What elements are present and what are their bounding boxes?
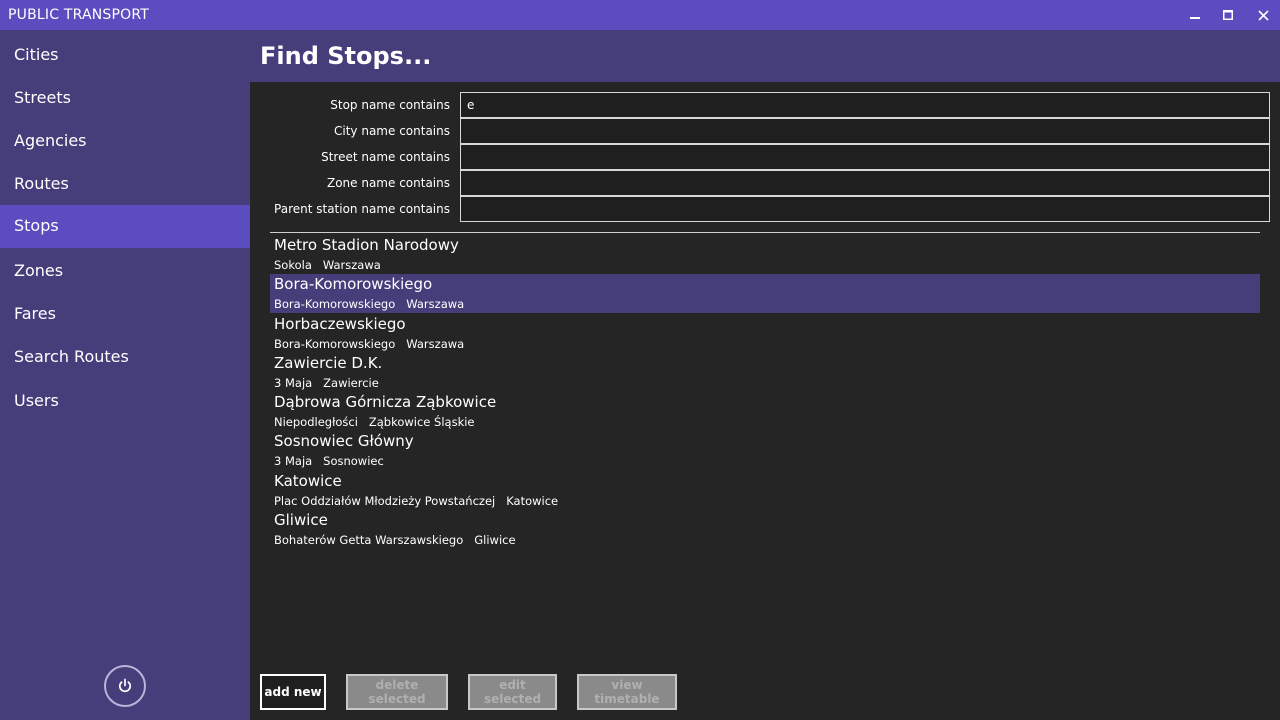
stop-city: Sosnowiec (323, 454, 384, 468)
stop-name: Zawiercie D.K. (274, 354, 383, 372)
stop-location: Bora-Komorowskiego Warszawa (274, 337, 464, 351)
view-timetable-button[interactable]: view timetable (577, 674, 677, 710)
stop-location: Bora-Komorowskiego Warszawa (274, 297, 464, 311)
page-header: Find Stops... (250, 30, 1280, 82)
stop-street: Niepodległości (274, 415, 358, 429)
add-new-button[interactable]: add new (260, 674, 326, 710)
sidebar-item-label: Users (14, 391, 59, 410)
minimize-icon (1190, 17, 1200, 19)
power-icon (119, 678, 131, 693)
sidebar-item-label: Cities (14, 45, 59, 64)
stop-street: Bora-Komorowskiego (274, 337, 396, 351)
stop-city: Warszawa (406, 337, 465, 351)
list-item[interactable]: Sosnowiec Główny 3 Maja Sosnowiec (270, 431, 1260, 470)
stop-name-label: Stop name contains (330, 98, 450, 112)
sidebar-item-agencies[interactable]: Agencies (0, 120, 250, 163)
list-item[interactable]: Zawiercie D.K. 3 Maja Zawiercie (270, 353, 1260, 392)
sidebar-item-streets[interactable]: Streets (0, 77, 250, 120)
page-title: Find Stops... (260, 42, 432, 70)
delete-selected-button[interactable]: delete selected (346, 674, 448, 710)
sidebar: Cities Streets Agencies Routes Stops Zon… (0, 30, 250, 720)
stop-location: 3 Maja Sosnowiec (274, 454, 384, 468)
list-item[interactable]: Metro Stadion Narodowy Sokola Warszawa (270, 235, 1260, 274)
stop-name-input[interactable] (460, 92, 1270, 118)
close-button[interactable] (1246, 0, 1280, 30)
stop-city: Katowice (506, 494, 559, 508)
stop-location: 3 Maja Zawiercie (274, 376, 379, 390)
stop-city: Gliwice (474, 533, 516, 547)
sidebar-item-label: Streets (14, 88, 71, 107)
stop-street: Sokola (274, 258, 312, 272)
stop-city: Warszawa (406, 297, 465, 311)
zone-name-label: Zone name contains (326, 176, 450, 190)
sidebar-item-routes[interactable]: Routes (0, 163, 250, 206)
parent-station-name-label: Parent station name contains (274, 202, 450, 216)
stop-street: Bora-Komorowskiego (274, 297, 396, 311)
city-name-label: City name contains (334, 124, 450, 138)
stop-city: Ząbkowice Śląskie (368, 415, 475, 429)
stop-name: Katowice (274, 472, 342, 490)
stop-street: 3 Maja (274, 454, 313, 468)
minimize-button[interactable] (1178, 0, 1212, 30)
street-name-input[interactable] (460, 144, 1270, 170)
maximize-button[interactable] (1211, 0, 1245, 30)
list-item[interactable]: Bora-Komorowskiego Bora-Komorowskiego Wa… (270, 274, 1260, 313)
stop-street: 3 Maja (274, 376, 313, 390)
sidebar-item-label: Zones (14, 261, 64, 280)
sidebar-item-cities[interactable]: Cities (0, 34, 250, 77)
stop-location: Sokola Warszawa (274, 258, 381, 272)
stop-name: Horbaczewskiego (274, 315, 406, 333)
list-item[interactable]: Gliwice Bohaterów Getta Warszawskiego Gl… (270, 510, 1260, 549)
app-title: PUBLIC TRANSPORT (8, 7, 150, 23)
sidebar-item-label: Stops (14, 216, 59, 235)
sidebar-item-label: Routes (14, 174, 69, 193)
divider (270, 232, 1260, 233)
zone-name-input[interactable] (460, 170, 1270, 196)
stop-name: Gliwice (274, 511, 328, 529)
stop-location: Niepodległości Ząbkowice Śląskie (274, 415, 475, 429)
edit-selected-button[interactable]: edit selected (468, 674, 557, 710)
stop-location: Bohaterów Getta Warszawskiego Gliwice (274, 533, 516, 547)
city-name-input[interactable] (460, 118, 1270, 144)
sidebar-item-label: Agencies (14, 131, 87, 150)
sidebar-item-fares[interactable]: Fares (0, 293, 250, 336)
stop-city: Warszawa (322, 258, 381, 272)
sidebar-item-label: Search Routes (14, 347, 129, 366)
stop-name: Dąbrowa Górnicza Ząbkowice (274, 393, 497, 411)
street-name-label: Street name contains (321, 150, 450, 164)
list-item[interactable]: Katowice Plac Oddziałów Młodzieży Powsta… (270, 471, 1260, 510)
maximize-icon (1223, 10, 1233, 20)
sidebar-item-stops[interactable]: Stops (0, 205, 250, 248)
parent-station-name-input[interactable] (460, 196, 1270, 222)
list-item[interactable]: Dąbrowa Górnicza Ząbkowice Niepodległośc… (270, 392, 1260, 431)
stop-location: Plac Oddziałów Młodzieży Powstańczej Kat… (274, 494, 558, 508)
power-button[interactable] (104, 665, 146, 707)
list-item[interactable]: Horbaczewskiego Bora-Komorowskiego Warsz… (270, 314, 1260, 353)
sidebar-item-zones[interactable]: Zones (0, 250, 250, 293)
title-bar: PUBLIC TRANSPORT (0, 0, 1280, 30)
sidebar-item-search-routes[interactable]: Search Routes (0, 336, 250, 379)
stop-street: Bohaterów Getta Warszawskiego (274, 533, 464, 547)
stop-name: Sosnowiec Główny (274, 432, 414, 450)
stop-name: Bora-Komorowskiego (274, 275, 433, 293)
stop-city: Zawiercie (323, 376, 379, 390)
sidebar-item-users[interactable]: Users (0, 380, 250, 423)
close-icon (1257, 9, 1269, 21)
sidebar-item-label: Fares (14, 304, 56, 323)
stop-street: Plac Oddziałów Młodzieży Powstańczej (274, 494, 496, 508)
stop-name: Metro Stadion Narodowy (274, 236, 459, 254)
